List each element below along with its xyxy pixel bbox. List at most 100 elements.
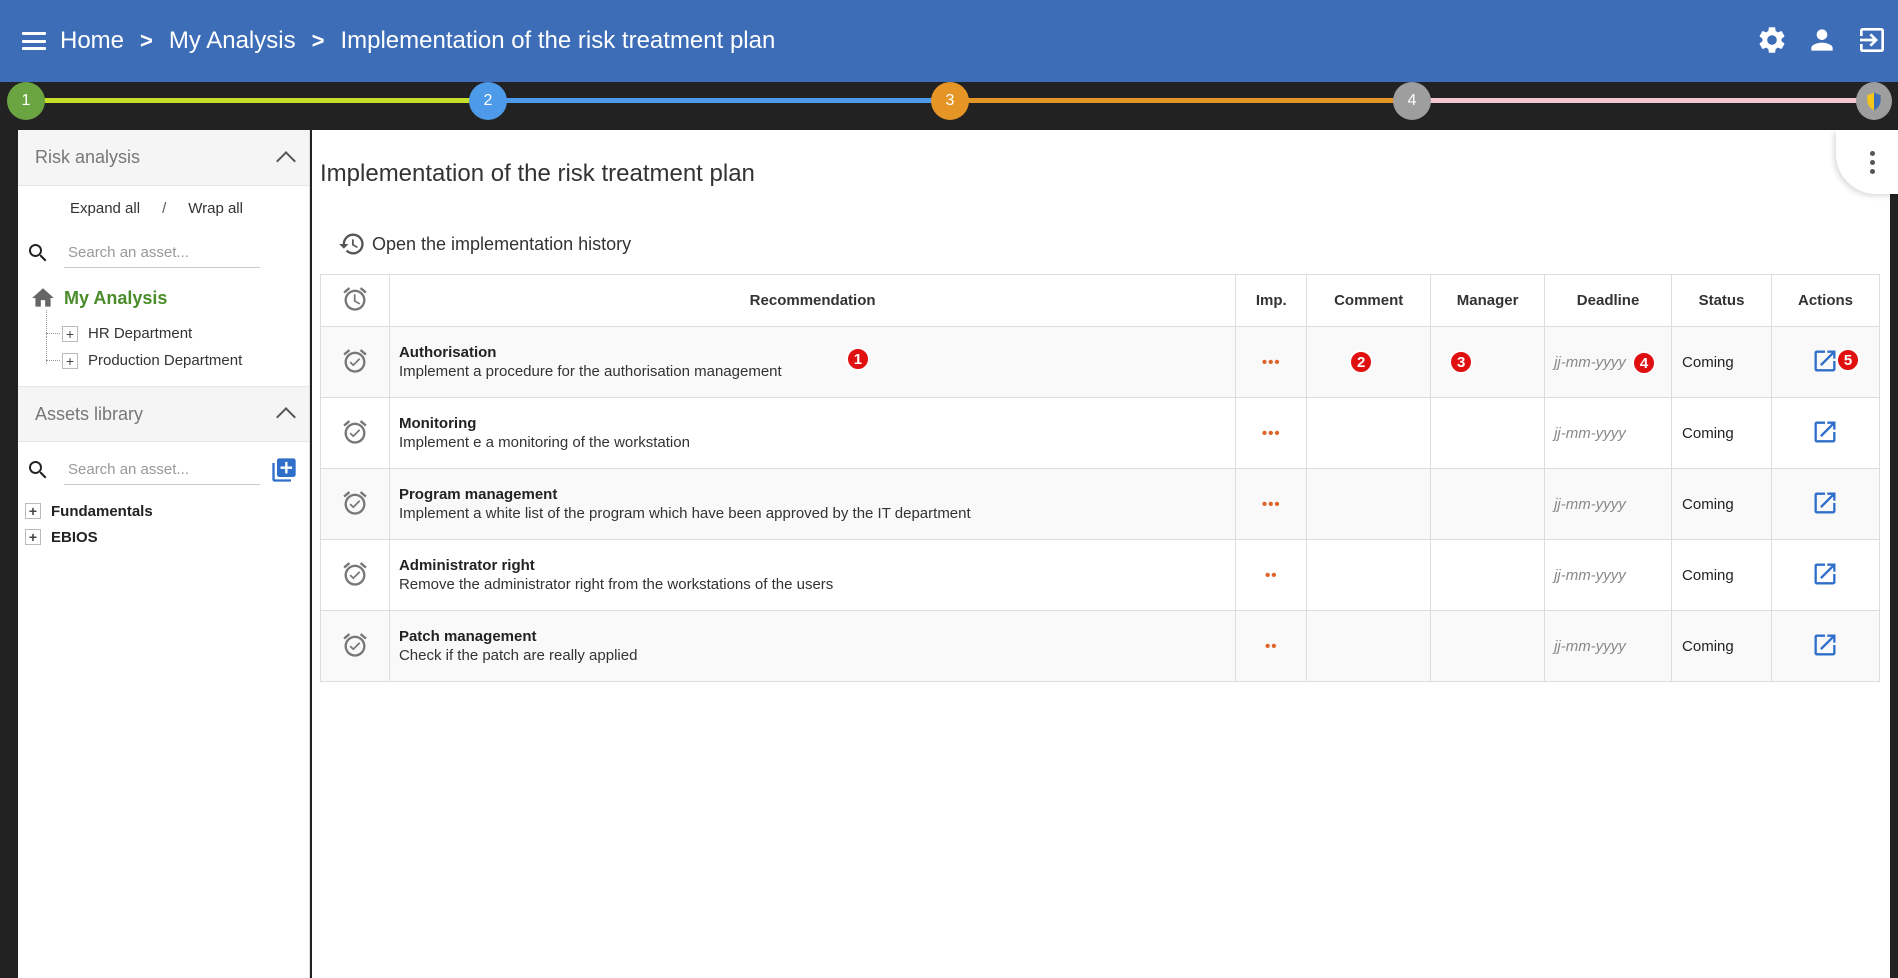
importance-indicator[interactable]: ••• — [1262, 354, 1281, 371]
row-alarm-cell[interactable] — [320, 610, 390, 682]
row-alarm-cell[interactable] — [320, 326, 390, 398]
deadline-cell[interactable]: jj-mm-yyyy — [1544, 610, 1673, 682]
alarm-check-icon — [343, 632, 367, 657]
step-5-shield-icon[interactable] — [1856, 82, 1892, 120]
header-recommendation[interactable]: Recommendation — [388, 274, 1237, 327]
open-external-icon[interactable] — [1811, 631, 1839, 659]
asset-search-input[interactable] — [64, 238, 260, 268]
menu-icon[interactable] — [22, 32, 46, 50]
more-options-button[interactable] — [1836, 130, 1898, 194]
importance-indicator[interactable]: ••• — [1262, 425, 1281, 442]
chevron-up-icon[interactable] — [276, 150, 296, 171]
step-1[interactable]: 1 — [7, 82, 45, 120]
tree-item-hr-department[interactable]: + HR Department — [18, 310, 309, 347]
recommendation-description: Check if the patch are really applied — [398, 647, 638, 664]
status-text: Coming — [1682, 353, 1734, 371]
comment-cell[interactable] — [1306, 539, 1432, 611]
deadline-input[interactable]: jj-mm-yyyy — [1554, 567, 1626, 584]
annotation-badge-3: 3 — [1449, 350, 1474, 374]
manager-cell[interactable]: 3 — [1430, 326, 1546, 398]
step-2[interactable]: 2 — [469, 82, 507, 120]
header-deadline[interactable]: Deadline — [1544, 274, 1673, 327]
manager-cell[interactable] — [1430, 539, 1546, 611]
recommendation-description: Implement e a monitoring of the workstat… — [398, 434, 690, 451]
table-header-row: Recommendation Imp. Comment Manager Dead… — [320, 274, 1881, 327]
manager-cell[interactable] — [1430, 468, 1546, 540]
comment-cell[interactable] — [1306, 468, 1432, 540]
actions-cell: 5 — [1770, 326, 1881, 398]
alarm-check-icon — [343, 419, 367, 444]
search-icon — [29, 244, 47, 262]
recommendation-cell: Authorisation Implement a procedure for … — [388, 326, 1237, 398]
comment-cell[interactable]: 2 — [1306, 326, 1432, 398]
manager-cell[interactable] — [1430, 610, 1546, 682]
open-history-button[interactable]: Open the implementation history — [338, 230, 631, 258]
recommendation-title: Authorisation — [398, 344, 497, 361]
expand-plus-icon[interactable]: + — [62, 325, 78, 342]
header-comment[interactable]: Comment — [1306, 274, 1432, 327]
recommendation-description: Implement a procedure for the authorisat… — [398, 363, 782, 380]
annotation-badge-4: 4 — [1632, 351, 1657, 375]
header-alarm-column[interactable] — [320, 274, 390, 327]
expand-plus-icon[interactable]: + — [25, 529, 41, 545]
status-cell: Coming — [1671, 539, 1772, 611]
open-external-icon[interactable] — [1811, 489, 1839, 517]
recommendation-title: Patch management — [398, 628, 537, 645]
deadline-input[interactable]: jj-mm-yyyy — [1554, 496, 1626, 513]
importance-cell: •• — [1235, 610, 1308, 682]
library-search-input[interactable] — [64, 455, 260, 485]
comment-cell[interactable] — [1306, 610, 1432, 682]
expand-plus-icon[interactable]: + — [25, 503, 41, 519]
tree-item-production-department[interactable]: + Production Department — [18, 337, 309, 374]
history-label: Open the implementation history — [372, 233, 632, 254]
expand-all-link[interactable]: Expand all — [70, 200, 140, 217]
expand-wrap-row: Expand all / Wrap all — [18, 186, 309, 230]
row-alarm-cell[interactable] — [320, 468, 390, 540]
progress-segment-2 — [506, 98, 932, 103]
user-icon[interactable] — [1806, 24, 1838, 56]
add-library-icon[interactable] — [270, 456, 298, 484]
deadline-cell[interactable]: jj-mm-yyyy 4 — [1544, 326, 1673, 398]
assets-library-header[interactable]: Assets library — [18, 386, 309, 442]
comment-cell[interactable] — [1306, 397, 1432, 469]
tree-root-my-analysis[interactable]: My Analysis — [18, 276, 309, 320]
header-status[interactable]: Status — [1671, 274, 1772, 327]
deadline-cell[interactable]: jj-mm-yyyy — [1544, 539, 1673, 611]
header-imp[interactable]: Imp. — [1235, 274, 1308, 327]
header-manager[interactable]: Manager — [1430, 274, 1546, 327]
importance-indicator[interactable]: •• — [1265, 567, 1278, 584]
library-item-ebios[interactable]: + EBIOS — [18, 524, 309, 550]
deadline-input[interactable]: jj-mm-yyyy — [1554, 354, 1626, 371]
importance-indicator[interactable]: •• — [1265, 638, 1278, 655]
step-4[interactable]: 4 — [1393, 82, 1431, 120]
expand-plus-icon[interactable]: + — [62, 352, 78, 369]
chevron-up-icon[interactable] — [276, 407, 296, 427]
importance-cell: ••• — [1235, 326, 1308, 398]
progress-segment-3 — [968, 98, 1394, 103]
progress-segment-4 — [1430, 98, 1858, 103]
logout-icon[interactable] — [1856, 24, 1888, 56]
actions-cell — [1770, 610, 1881, 682]
breadcrumb-home[interactable]: Home — [60, 27, 124, 55]
deadline-input[interactable]: jj-mm-yyyy — [1554, 425, 1626, 442]
actions-cell — [1770, 397, 1881, 469]
open-external-icon[interactable] — [1811, 418, 1839, 446]
importance-cell: •• — [1235, 539, 1308, 611]
status-text: Coming — [1682, 637, 1734, 655]
deadline-input[interactable]: jj-mm-yyyy — [1554, 638, 1626, 655]
open-external-icon[interactable] — [1811, 560, 1839, 588]
wrap-all-link[interactable]: Wrap all — [188, 200, 243, 217]
deadline-cell[interactable]: jj-mm-yyyy — [1544, 397, 1673, 469]
row-alarm-cell[interactable] — [320, 397, 390, 469]
step-3[interactable]: 3 — [931, 82, 969, 120]
manager-cell[interactable] — [1430, 397, 1546, 469]
row-alarm-cell[interactable] — [320, 539, 390, 611]
risk-analysis-header[interactable]: Risk analysis — [18, 130, 309, 186]
alarm-check-icon — [343, 348, 367, 373]
breadcrumb-my-analysis[interactable]: My Analysis — [169, 27, 296, 55]
importance-indicator[interactable]: ••• — [1262, 496, 1281, 513]
library-item-fundamentals[interactable]: + Fundamentals — [18, 498, 309, 524]
deadline-cell[interactable]: jj-mm-yyyy — [1544, 468, 1673, 540]
gear-icon[interactable] — [1756, 24, 1788, 56]
tree-root-label: My Analysis — [64, 287, 168, 308]
